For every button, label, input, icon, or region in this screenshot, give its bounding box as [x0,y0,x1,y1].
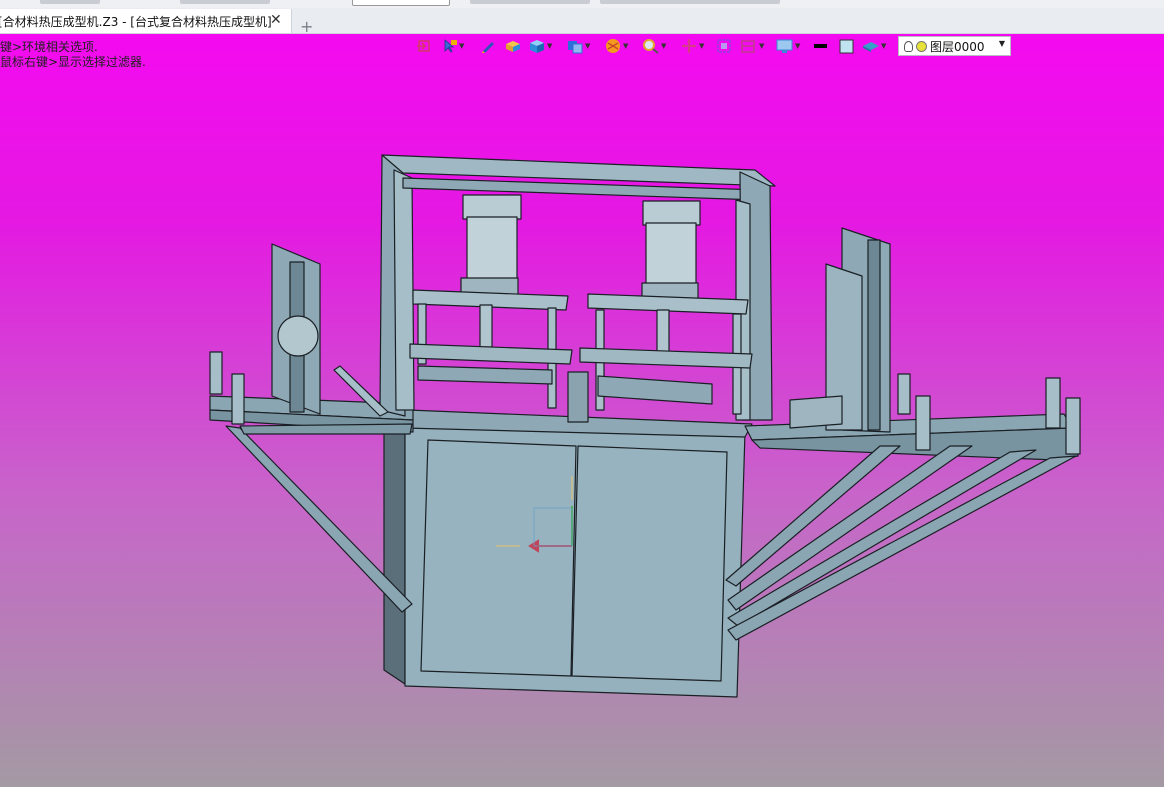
right-end-post-2 [1065,397,1081,455]
cylinder-right-body [645,222,697,286]
cylinder-left-body [466,216,518,282]
rod-left [479,304,493,348]
3d-viewport[interactable]: 键>环境相关选项. 鼠标右键>显示选择过滤器. ▼ ▼ ▼ ▼ ▼ ▼ ▼ ▼ … [0,34,1164,787]
rod-right [656,309,670,353]
right-tower-channel [867,239,881,431]
cylinder-left-cap [462,194,522,220]
close-icon[interactable]: ✕ [270,12,282,28]
right-end-post-3 [915,395,931,451]
right-end-post-4 [897,373,911,415]
cabinet-side [383,427,406,685]
mold-plate-right [579,347,753,369]
mold-lower-left [417,365,553,385]
cabinet-door-right [571,445,728,682]
document-tab-title: [合材料热压成型机.Z3 - [台式复合材料热压成型机] [0,14,272,29]
left-end-post-1 [209,351,223,395]
left-motor [277,315,319,357]
new-tab-icon[interactable]: + [300,19,313,35]
mold-lower-right [597,375,713,405]
left-end-post-2 [231,373,245,425]
center-block [567,371,589,423]
right-end-post-1 [1045,377,1061,429]
machine-model[interactable] [0,34,1164,787]
cabinet-door-left [420,439,577,677]
left-brace-2 [239,423,413,435]
document-tab-bar: [合材料热压成型机.Z3 - [台式复合材料热压成型机] ✕ + [0,8,1164,35]
right-motor [789,395,843,429]
document-tab[interactable]: [合材料热压成型机.Z3 - [台式复合材料热压成型机] ✕ [0,9,292,33]
cylinder-right-cap [642,200,701,226]
frame-left-post-inner [393,169,415,411]
